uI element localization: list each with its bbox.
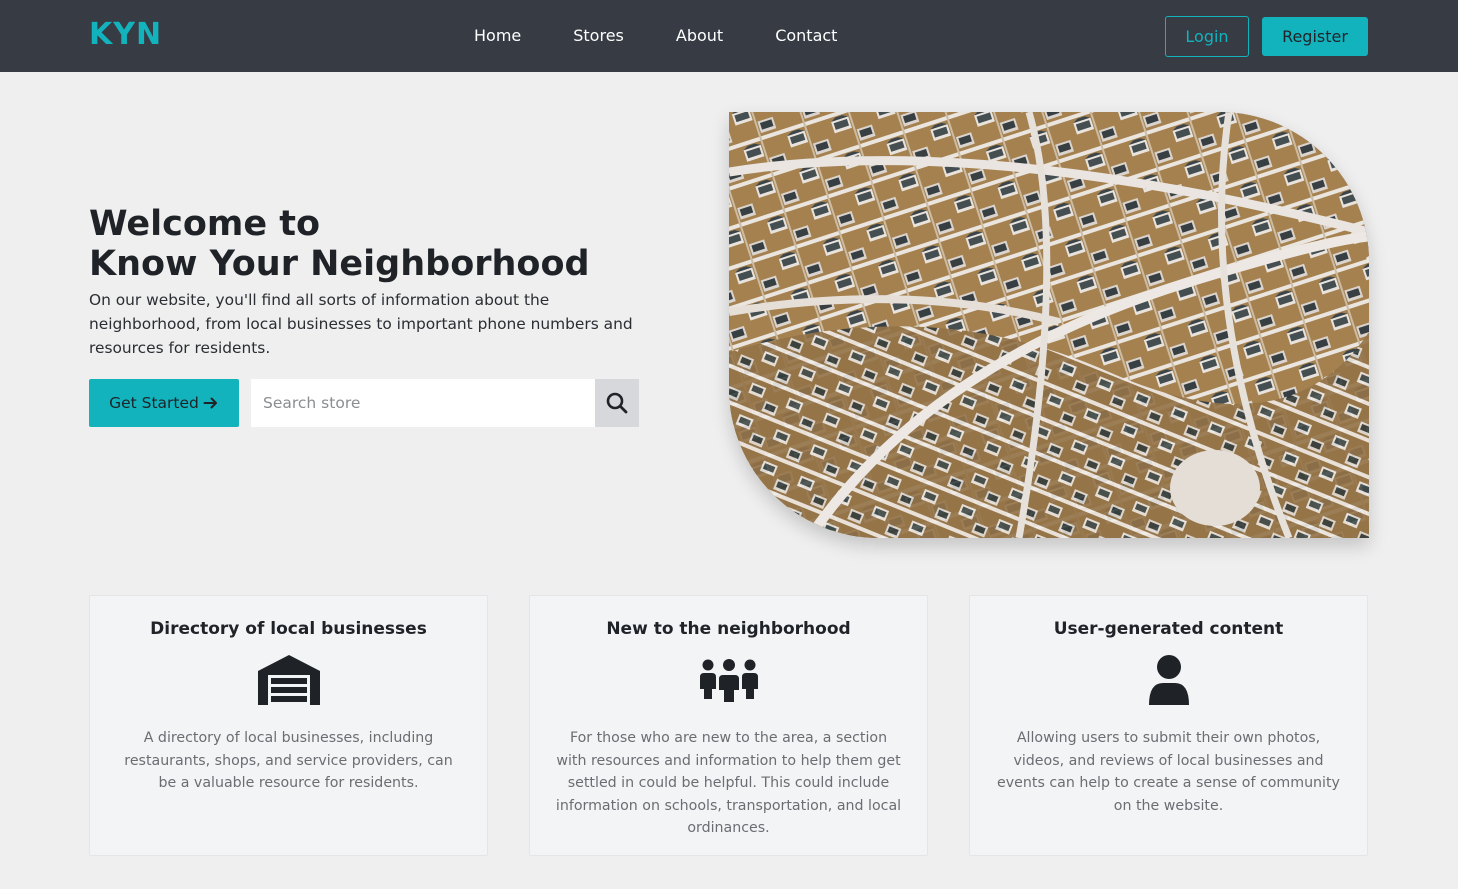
search-input[interactable] [251,379,595,427]
warehouse-icon [90,655,487,705]
login-button[interactable]: Login [1165,16,1249,57]
feature-text: Allowing users to submit their own photo… [997,730,1340,814]
search-button[interactable] [595,379,639,427]
hero-title-line2: Know Your Neighborhood [89,244,590,284]
get-started-label: Get Started [109,394,199,412]
neighborhood-aerial-image [729,112,1369,538]
feature-card-directory: Directory of local businesses A director… [89,595,488,856]
user-icon [970,655,1367,705]
people-group-icon [530,655,927,705]
nav-link-stores[interactable]: Stores [573,26,624,45]
nav-link-about[interactable]: About [676,26,723,45]
nav-link-contact[interactable]: Contact [775,26,837,45]
feature-text: For those who are new to the area, a sec… [555,730,902,836]
brand-logo[interactable]: KYN [89,17,162,52]
feature-card-new-residents: New to the neighborhood For those who ar… [529,595,928,856]
nav-link-home[interactable]: Home [474,26,521,45]
hero-title: Welcome to Know Your Neighborhood [89,204,649,284]
feature-title: New to the neighborhood [606,619,851,639]
arrow-right-icon [203,397,217,409]
feature-text: A directory of local businesses, includi… [124,730,453,791]
get-started-button[interactable]: Get Started [89,379,239,427]
feature-card-user-content: User-generated content Allowing users to… [969,595,1368,856]
register-button[interactable]: Register [1262,17,1368,56]
store-search [251,379,639,427]
feature-title: Directory of local businesses [150,619,427,639]
magnifier-icon [606,392,628,414]
navbar: KYN Home Stores About Contact Login Regi… [0,0,1458,72]
nav-links: Home Stores About Contact [474,26,889,45]
hero-description: On our website, you'll find all sorts of… [89,291,633,357]
hero-title-line1: Welcome to [89,204,321,244]
feature-title: User-generated content [1053,619,1284,639]
